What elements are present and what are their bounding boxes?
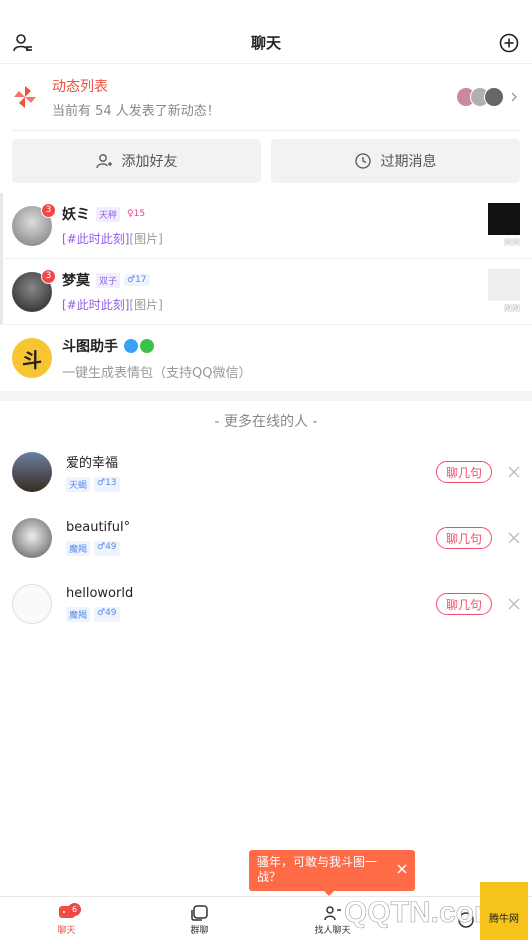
online-person[interactable]: beautiful° 魔羯 ♂​49 聊几句 [0,505,532,571]
tab-chat[interactable]: 聊天 6 [0,897,133,944]
feed-avatars [456,87,504,107]
gender-age-tag: ♂​13 [94,477,120,492]
add-friend-label: 添加好友 [121,154,178,170]
pin-marker [0,193,3,258]
close-icon[interactable] [508,598,520,610]
person-name: beautiful° [66,520,131,535]
chevron-right-icon [511,92,517,102]
helper-chat-item[interactable]: 斗 斗图助手 一键生成表情包（支持QQ微信） [0,325,532,391]
action-buttons: 添加好友 过期消息 [0,131,532,193]
bottom-tab-bar: 聊天 6 群聊 找人聊天 [0,896,532,944]
gender-age-tag: ♀​15 [127,209,146,219]
tab-group[interactable]: 群聊 [133,897,266,944]
contacts-icon[interactable] [12,32,34,54]
page-title: 聊天 [250,34,281,52]
avatar [484,87,504,107]
tab-find-label: 找人聊天 [314,926,351,936]
message-preview: [#此时此刻][图片] [62,296,488,313]
image-thumbnail [488,269,520,301]
message-preview: [#此时此刻][图片] [62,230,488,247]
tab-chat-label: 聊天 [57,926,76,936]
zodiac-tag: 魔羯 [66,541,91,556]
unread-badge: 3 [41,202,56,218]
chat-now-button[interactable]: 聊几句 [436,593,492,615]
clock-icon [354,153,371,169]
zodiac-tag: 魔羯 [66,607,91,622]
avatar [12,584,52,624]
unread-badge: 3 [41,268,56,284]
pin-marker [0,259,3,324]
chat-name: 梦莫 [62,273,90,289]
helper-description: 一键生成表情包（支持QQ微信） [62,365,252,381]
feed-title: 动态列表 [52,78,108,95]
avatar [12,518,52,558]
top-bar: 聊天 [0,22,532,64]
close-icon[interactable] [508,532,520,544]
qq-icon [124,338,138,353]
topic-link[interactable]: [#此时此刻] [62,232,129,246]
close-icon[interactable] [397,864,407,874]
helper-name: 斗图助手 [62,338,118,355]
status-bar-space [0,0,532,22]
preview-text: [图片] [129,298,163,312]
online-person[interactable]: helloworld 魔羯 ♂​49 聊几句 [0,571,532,637]
feed-entry[interactable]: 动态列表 当前有 54 人发表了新动态！ [0,64,532,130]
add-circle-icon[interactable] [498,32,520,54]
add-friend-button[interactable]: 添加好友 [12,139,261,183]
face-icon [457,911,474,928]
group-chat-icon [190,905,208,921]
avatar [12,452,52,492]
chat-item[interactable]: 3 妖ミ 天秤 ♀​15 [#此时此刻][图片] 刚刚 [0,193,532,259]
promo-toast[interactable]: 骚年，可敢与我斗图一战？ [249,850,415,891]
gender-age-tag: ♂​49 [94,541,120,556]
timestamp: 刚刚 [504,304,520,313]
topic-link[interactable]: [#此时此刻] [62,298,129,312]
toast-text: 骚年，可敢与我斗图一战？ [257,855,378,884]
wechat-icon [140,338,154,353]
add-person-icon [95,154,112,169]
person-name: helloworld [66,586,134,601]
chat-now-button[interactable]: 聊几句 [436,527,492,549]
tab-find[interactable]: 找人聊天 [266,897,399,944]
zodiac-tag: 天蝎 [66,477,91,492]
chat-item[interactable]: 3 梦莫 双子 ♂​17 [#此时此刻][图片] 刚刚 [0,259,532,325]
chat-now-button[interactable]: 聊几句 [436,461,492,483]
expired-messages-button[interactable]: 过期消息 [271,139,520,183]
gender-age-tag: ♂​17 [124,274,150,286]
expired-messages-label: 过期消息 [380,154,437,170]
online-section-title: - 更多在线的人 - [214,414,318,430]
tab-more[interactable] [399,897,532,944]
feed-subtitle: 当前有 54 人发表了新动态！ [52,103,220,119]
find-people-icon [323,906,341,921]
image-thumbnail [488,203,520,235]
timestamp: 刚刚 [504,238,520,247]
tab-badge: 6 [68,903,81,916]
chat-name: 妖ミ [62,207,90,223]
online-person[interactable]: 爱的幸福 天蝎 ♂​13 聊几句 [0,439,532,505]
tab-group-label: 群聊 [190,926,209,936]
zodiac-tag: 双子 [96,272,121,288]
preview-text: [图片] [129,232,163,246]
pinwheel-icon [14,86,36,108]
section-divider [0,391,532,401]
zodiac-tag: 天秤 [96,206,121,222]
helper-avatar: 斗 [12,338,52,378]
person-name: 爱的幸福 [66,456,119,471]
gender-age-tag: ♂​49 [94,607,120,622]
close-icon[interactable] [508,466,520,478]
